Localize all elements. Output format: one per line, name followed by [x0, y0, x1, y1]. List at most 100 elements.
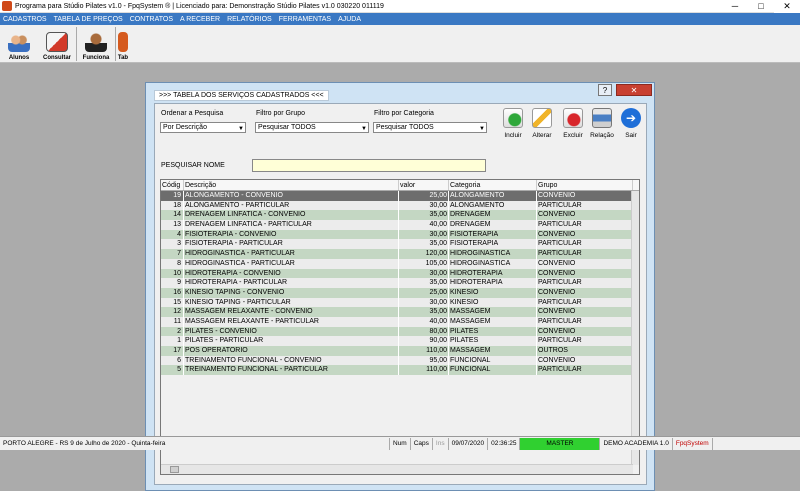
table-row[interactable]: 11 MASSAGEM RELAXANTE - PARTICULAR 40,00 MA…: [161, 316, 639, 327]
menu-ferramentas[interactable]: FERRAMENTAS: [279, 16, 331, 23]
edit-icon: [532, 108, 552, 128]
funcionarios-button[interactable]: Funciona: [77, 25, 115, 63]
cell-value: 35,00: [399, 239, 449, 250]
maximize-icon[interactable]: □: [748, 0, 774, 13]
search-input[interactable]: [252, 159, 486, 172]
cell-category: HIDROTERAPIA: [449, 268, 537, 279]
vertical-scrollbar[interactable]: [631, 191, 639, 465]
cell-category: HIDROTERAPIA: [449, 278, 537, 288]
status-caps: Caps: [411, 437, 433, 450]
cell-code: 13: [161, 220, 184, 230]
minimize-icon[interactable]: ─: [722, 0, 748, 13]
column-header-description[interactable]: Descrição: [184, 180, 399, 190]
printer-icon: [592, 108, 612, 128]
cell-group: CONVENIO: [537, 307, 633, 317]
column-header-code[interactable]: Códig: [161, 180, 184, 190]
category-filter-select[interactable]: Pesquisar TODOS ▼: [373, 122, 487, 133]
table-row[interactable]: 4 FISIOTERAPIA - CONVENIO 30,00 FISIOTERAPI…: [161, 229, 639, 240]
relacao-button[interactable]: Relação: [587, 108, 617, 139]
table-row[interactable]: 14 DRENAGEM LINFATICA - CONVENIO 35,00 DREN…: [161, 210, 639, 221]
group-filter-label: Filtro por Grupo: [256, 110, 306, 117]
sair-button[interactable]: ➔ Sair: [616, 108, 646, 139]
cell-category: MASSAGEM: [449, 307, 537, 317]
cell-description: PILATES - PARTICULAR: [184, 336, 399, 346]
table-row[interactable]: 9 HIDROTERAPIA - PARTICULAR 35,00 HIDROTERA…: [161, 278, 639, 288]
cell-group: CONVENIO: [537, 210, 633, 221]
delete-icon: [563, 108, 583, 128]
horizontal-scrollbar[interactable]: [161, 464, 633, 474]
table-row[interactable]: 1 PILATES - PARTICULAR 90,00 PILATES PARTICU…: [161, 336, 639, 346]
cell-code: 15: [161, 297, 184, 308]
cell-category: PILATES: [449, 336, 537, 346]
column-header-value[interactable]: valor: [399, 180, 449, 190]
cell-value: 40,00: [399, 316, 449, 327]
toolbar: Alunos Consultar Funciona Tab: [0, 25, 800, 63]
table-row[interactable]: 2 PILATES - CONVENIO 80,00 PILATES CONVENIO: [161, 326, 639, 337]
cell-value: 90,00: [399, 336, 449, 346]
cell-code: 17: [161, 346, 184, 356]
table-row[interactable]: 12 MASSAGEM RELAXANTE - CONVENIO 35,00 MASS…: [161, 307, 639, 317]
table-row[interactable]: 15 KINESIO TAPING - PARTICULAR 30,00 KINESI…: [161, 297, 639, 308]
table-row[interactable]: 3 FISIOTERAPIA - PARTICULAR 35,00 FISIOTERA…: [161, 239, 639, 250]
cell-code: 18: [161, 200, 184, 211]
cell-description: POS OPERATORIO: [184, 346, 399, 356]
cell-description: HIDROTERAPIA - PARTICULAR: [184, 278, 399, 288]
help-icon[interactable]: ?: [598, 84, 612, 96]
category-filter-label: Filtro por Categoria: [374, 110, 434, 117]
cell-code: 10: [161, 268, 184, 279]
table-row[interactable]: 7 HIDROGINASTICA - PARTICULAR 120,00 HIDROG…: [161, 249, 639, 259]
cell-value: 30,00: [399, 229, 449, 240]
cell-description: DRENAGEM LINFATICA - CONVENIO: [184, 210, 399, 221]
order-select[interactable]: Por Descrição ▼: [160, 122, 246, 133]
cell-code: 16: [161, 287, 184, 298]
menu-ajuda[interactable]: AJUDA: [338, 16, 361, 23]
cell-group: PARTICULAR: [537, 297, 633, 308]
table-row[interactable]: 19 ALONGAMENTO - CONVENIO 25,00 ALONGAMENTO…: [161, 191, 639, 201]
consultar-button[interactable]: Consultar: [38, 25, 76, 63]
column-header-group[interactable]: Grupo: [537, 180, 633, 190]
cell-category: DRENAGEM: [449, 220, 537, 230]
alterar-button[interactable]: Alterar: [527, 108, 557, 139]
cell-code: 7: [161, 249, 184, 259]
cell-category: MASSAGEM: [449, 316, 537, 327]
scroll-thumb[interactable]: [170, 466, 179, 473]
cell-group: CONVENIO: [537, 326, 633, 337]
incluir-button[interactable]: Incluir: [498, 108, 528, 139]
group-filter-select[interactable]: Pesquisar TODOS ▼: [255, 122, 369, 133]
cell-value: 35,00: [399, 307, 449, 317]
menu-contratos[interactable]: CONTRATOS: [130, 16, 173, 23]
cell-value: 35,00: [399, 278, 449, 288]
table-row[interactable]: 16 KINESIO TAPING - CONVENIO 25,00 KINESIO C…: [161, 287, 639, 298]
cell-description: HIDROTERAPIA - CONVENIO: [184, 268, 399, 279]
menu-tabela-precos[interactable]: TABELA DE PREÇOS: [54, 16, 123, 23]
menu-a-receber[interactable]: A RECEBER: [180, 16, 220, 23]
table-header: Códig Descrição valor Categoria Grupo: [161, 180, 639, 191]
table-row[interactable]: 18 ALONGAMENTO - PARTICULAR 30,00 ALONGAMEN…: [161, 200, 639, 211]
table-row[interactable]: 17 POS OPERATORIO 110,00 MASSAGEM OUTROS: [161, 346, 639, 356]
table-row[interactable]: 6 TREINAMENTO FUNCIONAL - CONVENIO 95,00 FU…: [161, 355, 639, 366]
app-icon: [2, 1, 12, 11]
table-row[interactable]: 10 HIDROTERAPIA - CONVENIO 30,00 HIDROTERAP…: [161, 268, 639, 279]
column-header-category[interactable]: Categoria: [449, 180, 537, 190]
dialog-close-icon[interactable]: ✕: [616, 84, 652, 96]
close-icon[interactable]: ✕: [774, 0, 800, 13]
table-row[interactable]: 13 DRENAGEM LINFATICA - PARTICULAR 40,00 DR…: [161, 220, 639, 230]
cell-description: HIDROGINASTICA - PARTICULAR: [184, 249, 399, 259]
chevron-down-icon: ▼: [238, 126, 244, 132]
table-row[interactable]: 8 HIDROGINASTICA - PARTICULAR 105,00 HIDROG…: [161, 258, 639, 269]
alunos-button[interactable]: Alunos: [0, 25, 38, 63]
menu-relatorios[interactable]: RELATÓRIOS: [227, 16, 272, 23]
cell-code: 2: [161, 326, 184, 337]
cell-description: KINESIO TAPING - PARTICULAR: [184, 297, 399, 308]
excluir-button[interactable]: Excluir: [558, 108, 588, 139]
cell-group: CONVENIO: [537, 258, 633, 269]
dialog-caption: >>> TABELA DOS SERVIÇOS CADASTRADOS <<<: [154, 90, 329, 101]
students-icon: [8, 32, 30, 52]
tabela-button[interactable]: Tab: [116, 25, 130, 63]
table-row[interactable]: 5 TREINAMENTO FUNCIONAL - PARTICULAR 110,0…: [161, 365, 639, 376]
cell-value: 30,00: [399, 268, 449, 279]
menu-cadastros[interactable]: CADASTROS: [3, 16, 47, 23]
category-filter-value: Pesquisar TODOS: [376, 124, 434, 131]
cell-group: PARTICULAR: [537, 365, 633, 376]
order-label: Ordenar a Pesquisa: [161, 110, 224, 117]
